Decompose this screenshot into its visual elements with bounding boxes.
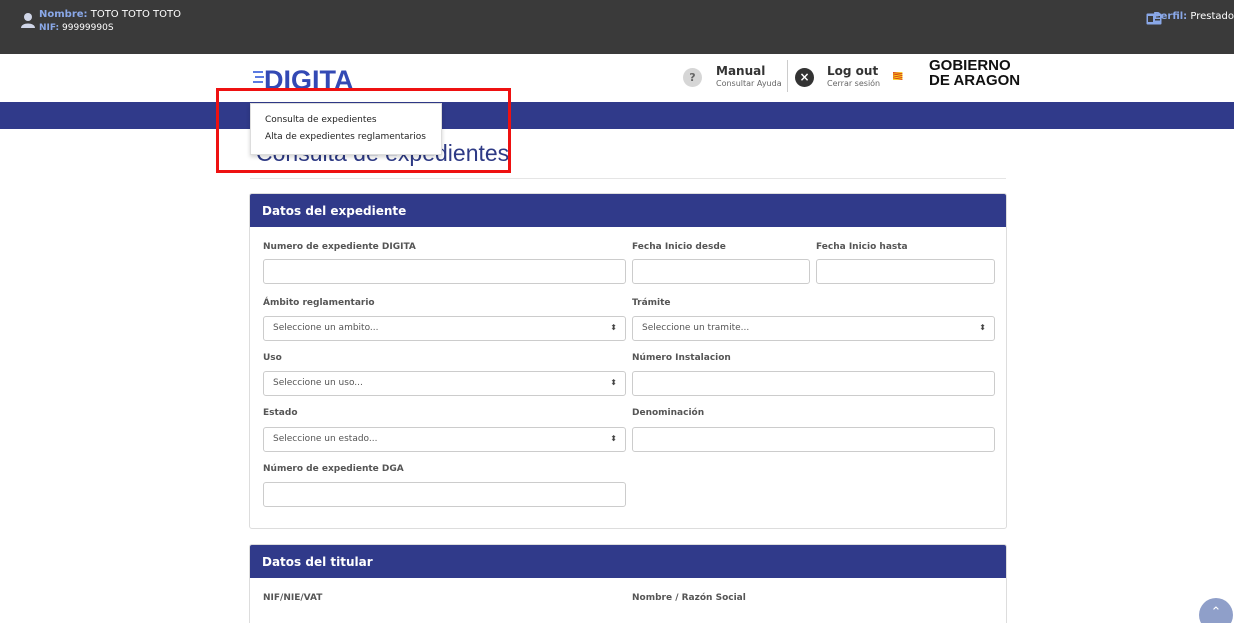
help-icon[interactable]: ? xyxy=(683,68,702,87)
numero-digita-label: Numero de expediente DIGITA xyxy=(263,242,416,252)
numero-digita-input[interactable] xyxy=(263,259,626,284)
estado-select[interactable]: Seleccione un estado... ⬍ xyxy=(263,427,626,452)
select-caret-icon: ⬍ xyxy=(610,323,617,332)
manual-subtitle: Consultar Ayuda xyxy=(716,79,782,88)
fecha-hasta-input[interactable] xyxy=(816,259,995,284)
aragon-flag-icon xyxy=(893,72,903,80)
select-caret-icon: ⬍ xyxy=(610,434,617,443)
uso-select[interactable]: Seleccione un uso... ⬍ xyxy=(263,371,626,396)
perfil[interactable]: Perfil: Prestado xyxy=(1153,11,1234,22)
header-divider xyxy=(787,60,788,92)
fecha-desde-label: Fecha Inicio desde xyxy=(632,242,726,252)
instalacion-input[interactable] xyxy=(632,371,995,396)
ambito-label: Ámbito reglamentario xyxy=(263,298,375,308)
nombre-titular-label: Nombre / Razón Social xyxy=(632,593,746,603)
header: DIGITA ? Manual Consultar Ayuda × Log ou… xyxy=(0,54,1234,102)
nav-bar xyxy=(0,102,1234,129)
numero-dga-input[interactable] xyxy=(263,482,626,507)
uso-label: Uso xyxy=(263,353,282,363)
user-name: Nombre: TOTO TOTO TOTO xyxy=(39,9,181,20)
panel-title: Datos del titular xyxy=(250,545,1006,578)
highlight-box xyxy=(216,88,511,173)
panel-title: Datos del expediente xyxy=(250,194,1006,227)
panel-datos-expediente: Datos del expediente Numero de expedient… xyxy=(249,193,1007,529)
logout-link[interactable]: Log out xyxy=(827,64,878,78)
logout-icon[interactable]: × xyxy=(795,68,814,87)
user-bar: Nombre: TOTO TOTO TOTO NIF: 99999990S Pe… xyxy=(0,0,1234,54)
numero-dga-label: Número de expediente DGA xyxy=(263,464,404,474)
user-nif: NIF: 99999990S xyxy=(39,23,114,33)
panel-datos-titular: Datos del titular NIF/NIE/VAT Nombre / R… xyxy=(249,544,1007,623)
select-caret-icon: ⬍ xyxy=(979,323,986,332)
estado-label: Estado xyxy=(263,408,298,418)
tramite-label: Trámite xyxy=(632,298,671,308)
select-caret-icon: ⬍ xyxy=(610,378,617,387)
fecha-desde-input[interactable] xyxy=(632,259,810,284)
manual-link[interactable]: Manual xyxy=(716,64,765,78)
fecha-hasta-label: Fecha Inicio hasta xyxy=(816,242,908,252)
ambito-select[interactable]: Seleccione un ambito... ⬍ xyxy=(263,316,626,341)
denominacion-input[interactable] xyxy=(632,427,995,452)
gobierno-aragon-logo: GOBIERNO DE ARAGON xyxy=(929,57,1021,89)
denominacion-label: Denominación xyxy=(632,408,705,418)
tramite-select[interactable]: Seleccione un tramite... ⬍ xyxy=(632,316,995,341)
scroll-top-button[interactable]: ⌃ xyxy=(1199,598,1233,623)
title-divider xyxy=(250,178,1006,179)
nif-titular-label: NIF/NIE/VAT xyxy=(263,593,323,603)
logout-subtitle: Cerrar sesión xyxy=(827,79,881,88)
user-icon xyxy=(21,13,35,28)
instalacion-label: Número Instalacion xyxy=(632,353,731,363)
